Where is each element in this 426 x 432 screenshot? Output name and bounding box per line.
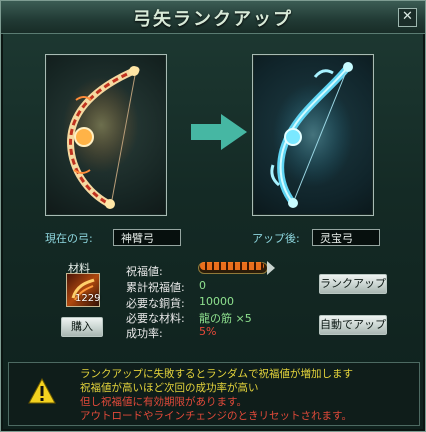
rank-up-window: 弓矢ランクアップ ✕ 現在の弓: 神臂弓 アップ後: 灵宝弓 材料 1229 購… bbox=[0, 0, 426, 432]
ice-bow-icon bbox=[270, 62, 353, 208]
next-bow-preview bbox=[252, 54, 374, 216]
success-rate-label: 成功率: bbox=[126, 327, 163, 340]
blessing-label: 祝福値: bbox=[126, 265, 163, 278]
notice-line: アウトロードやラインチェンジのときリセットされます。 bbox=[80, 410, 352, 422]
close-icon[interactable]: ✕ bbox=[398, 8, 417, 27]
required-material-label: 必要な材料: bbox=[126, 312, 185, 325]
warning-icon bbox=[28, 378, 56, 404]
flame-bow-icon bbox=[63, 66, 140, 209]
current-bow-label: 現在の弓: bbox=[45, 232, 93, 245]
next-bow-name: 灵宝弓 bbox=[312, 229, 380, 246]
blessing-gauge bbox=[198, 261, 278, 275]
current-bow-preview bbox=[45, 54, 167, 216]
arrow-right-icon bbox=[191, 114, 247, 150]
cumulative-blessing-value: 0 bbox=[199, 279, 206, 292]
current-bow-name: 神臂弓 bbox=[113, 229, 181, 246]
window-title: 弓矢ランクアップ bbox=[133, 9, 293, 30]
material-count: 1229 bbox=[75, 293, 101, 304]
blessing-gauge-cap bbox=[267, 261, 275, 275]
success-rate-value: 5% bbox=[199, 325, 217, 338]
blessing-gauge-notches bbox=[200, 262, 264, 270]
required-copper-label: 必要な銅貨: bbox=[126, 297, 185, 310]
cumulative-blessing-label: 累計祝福値: bbox=[126, 281, 185, 294]
auto-rank-up-button[interactable]: 自動でアップ bbox=[319, 315, 387, 335]
notice-line: ランクアップに失敗するとランダムで祝福値が増加します bbox=[80, 368, 353, 380]
required-copper-value: 10000 bbox=[199, 295, 234, 308]
buy-button[interactable]: 購入 bbox=[61, 317, 103, 337]
notice-line: 但し祝福値に有効期限があります。 bbox=[80, 396, 247, 408]
title-bar[interactable]: 弓矢ランクアップ ✕ bbox=[1, 1, 425, 34]
required-material-value: 龍の筋 ×5 bbox=[199, 312, 252, 325]
rank-up-button[interactable]: ランクアップ bbox=[319, 274, 387, 294]
next-bow-label: アップ後: bbox=[252, 232, 300, 245]
notice-line: 祝福値が高いほど次回の成功率が高い bbox=[80, 382, 259, 394]
